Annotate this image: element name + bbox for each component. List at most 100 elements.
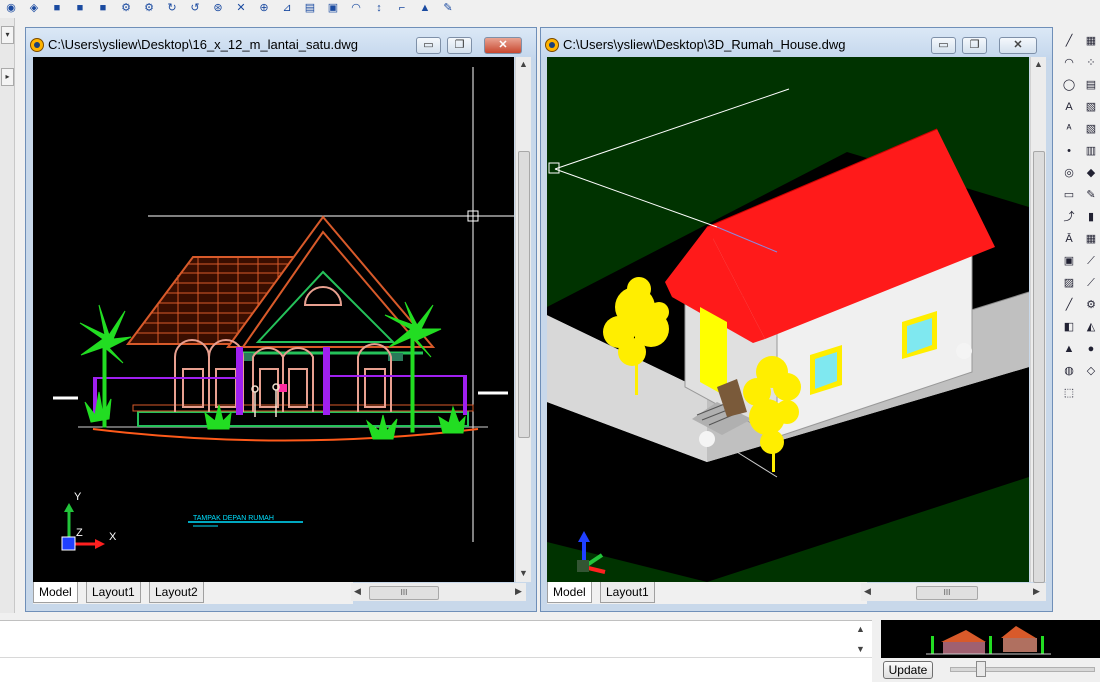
eye-icon[interactable]: ◎ <box>1062 166 1076 180</box>
scroll-left-icon[interactable]: ◀ <box>864 586 871 597</box>
pen-icon[interactable]: ✎ <box>441 1 455 15</box>
point-icon[interactable]: • <box>1062 144 1076 158</box>
text-icon[interactable]: A <box>1062 100 1076 114</box>
scrollbar-thumb[interactable] <box>518 151 530 438</box>
block-icon[interactable]: ▧ <box>1084 100 1098 114</box>
tab-layout1[interactable]: Layout1 <box>600 582 655 603</box>
pen-icon[interactable]: ✎ <box>1084 188 1098 202</box>
dimension-icon[interactable]: ↕ <box>372 1 386 15</box>
layer-icon[interactable]: ▤ <box>303 1 317 15</box>
zoom-icon[interactable]: ◉ <box>4 1 18 15</box>
hatch-icon[interactable]: ▨ <box>1062 276 1076 290</box>
dim-icon[interactable]: ⟋ <box>1084 276 1098 290</box>
window-titlebar[interactable]: C:\Users\ysliew\Desktop\16_x_12_m_lantai… <box>26 28 536 60</box>
scroll-up-icon[interactable]: ▲ <box>1034 59 1043 69</box>
circle-icon[interactable]: ◯ <box>1062 78 1076 92</box>
extrude-icon[interactable]: ▲ <box>418 1 432 15</box>
cube-icon[interactable]: ■ <box>50 1 64 15</box>
box-icon[interactable]: ◧ <box>1062 320 1076 334</box>
arc-icon[interactable]: ◠ <box>1062 56 1076 70</box>
torus-icon[interactable]: ◍ <box>1062 364 1076 378</box>
drawing-window-3d-house[interactable]: C:\Users\ysliew\Desktop\3D_Rumah_House.d… <box>540 27 1053 612</box>
vertical-scrollbar[interactable]: ▲ <box>1030 57 1046 583</box>
text-style-icon[interactable]: Ā <box>1062 232 1076 246</box>
update-button[interactable]: Update <box>883 661 933 679</box>
drawing-caption: TAMPAK DEPAN RUMAH <box>193 515 274 522</box>
drawing-preview-panel <box>881 620 1100 658</box>
scroll-right-icon[interactable]: ▶ <box>1033 586 1040 597</box>
rectangle-icon[interactable]: ▭ <box>1062 188 1076 202</box>
3d-box-icon[interactable]: ◈ <box>27 1 41 15</box>
dim-icon[interactable]: ⟋ <box>1084 254 1098 268</box>
slider-knob[interactable] <box>976 661 986 677</box>
line-icon[interactable]: ╱ <box>1062 34 1076 48</box>
restore-button[interactable]: ❐ <box>962 37 987 54</box>
zoom-slider[interactable] <box>950 661 1095 677</box>
close-button[interactable]: ✕ <box>999 37 1037 54</box>
polyline-icon[interactable]: ⤴ <box>1062 210 1076 224</box>
chevron-down-icon[interactable]: ▾ <box>1 26 14 44</box>
drawing-window-elevation[interactable]: C:\Users\ysliew\Desktop\16_x_12_m_lantai… <box>25 27 537 612</box>
scroll-arrow-icon[interactable]: ▸ <box>1 68 14 86</box>
3d-house-render <box>547 88 1029 582</box>
command-scrollbar[interactable]: ▲ ▼ <box>856 622 870 658</box>
table-icon[interactable]: ▦ <box>1084 232 1098 246</box>
tab-model[interactable]: Model <box>547 582 592 603</box>
scroll-down-icon[interactable]: ▼ <box>519 568 528 578</box>
minimize-button[interactable]: ▭ <box>931 37 956 54</box>
line-icon[interactable]: ╱ <box>1062 298 1076 312</box>
rotate-icon[interactable]: ↻ <box>165 1 179 15</box>
close-button[interactable]: ✕ <box>484 37 522 54</box>
image-icon[interactable]: ▣ <box>1062 254 1076 268</box>
restore-button[interactable]: ❐ <box>447 37 472 54</box>
cube-icon[interactable]: ■ <box>96 1 110 15</box>
tag-icon[interactable]: ◆ <box>1084 166 1098 180</box>
scroll-up-icon[interactable]: ▲ <box>856 624 865 634</box>
block-icon[interactable]: ▧ <box>1084 122 1098 136</box>
minimize-button[interactable]: ▭ <box>416 37 441 54</box>
preview-thumbnail <box>926 626 1051 655</box>
scrollbar-thumb[interactable]: III <box>916 586 978 600</box>
tab-model[interactable]: Model <box>33 582 78 603</box>
vertical-scrollbar[interactable]: ▲ ▼ <box>515 57 531 582</box>
dots-icon[interactable]: ⁘ <box>1084 56 1098 70</box>
scrollbar-thumb[interactable]: III <box>369 586 439 600</box>
scroll-up-icon[interactable]: ▲ <box>519 59 528 69</box>
model-viewport-2d[interactable]: TAMPAK DEPAN RUMAH Y X Z <box>33 57 514 582</box>
cone-icon[interactable]: ▲ <box>1062 342 1076 356</box>
scrollbar-thumb[interactable] <box>1033 151 1045 583</box>
layers-icon[interactable]: ▥ <box>1084 144 1098 158</box>
plane-icon[interactable]: ◇ <box>1084 364 1098 378</box>
window-titlebar[interactable]: C:\Users\ysliew\Desktop\3D_Rumah_House.d… <box>541 28 1052 60</box>
delete-icon[interactable]: ✕ <box>234 1 248 15</box>
scroll-down-icon[interactable]: ▼ <box>856 644 865 654</box>
layout-tab-bar: Model Layout1 Layout2 <box>33 582 353 604</box>
grid-icon[interactable]: ▦ <box>1084 34 1098 48</box>
layer-icon[interactable]: ▤ <box>1084 78 1098 92</box>
fillet-icon[interactable]: ⌐ <box>395 1 409 15</box>
left-panel-strip: ▾ ▸ <box>0 18 15 613</box>
scroll-right-icon[interactable]: ▶ <box>515 586 522 597</box>
tab-layout2[interactable]: Layout2 <box>149 582 204 603</box>
horizontal-scrollbar[interactable]: ◀ III ▶ <box>861 583 1046 601</box>
orbit-icon[interactable]: ⊛ <box>211 1 225 15</box>
image-icon[interactable]: ▣ <box>326 1 340 15</box>
gear-icon[interactable]: ⚙ <box>142 1 156 15</box>
measure-icon[interactable]: ⊿ <box>280 1 294 15</box>
small-text-icon[interactable]: ᴬ <box>1062 122 1076 136</box>
snap-icon[interactable]: ⊕ <box>257 1 271 15</box>
wedge-icon[interactable]: ◭ <box>1084 320 1098 334</box>
surface-icon[interactable]: ⬚ <box>1062 386 1076 400</box>
gear-icon[interactable]: ⚙ <box>1084 298 1098 312</box>
redo-icon[interactable]: ↺ <box>188 1 202 15</box>
model-viewport-3d[interactable] <box>547 57 1029 582</box>
cube-icon[interactable]: ■ <box>73 1 87 15</box>
command-line-area[interactable] <box>0 620 872 682</box>
arc-icon[interactable]: ◠ <box>349 1 363 15</box>
fill-icon[interactable]: ▮ <box>1084 210 1098 224</box>
scroll-left-icon[interactable]: ◀ <box>354 586 361 597</box>
sphere-icon[interactable]: ● <box>1084 342 1098 356</box>
tab-layout1[interactable]: Layout1 <box>86 582 141 603</box>
horizontal-scrollbar[interactable]: ◀ III ▶ <box>351 583 526 601</box>
gear-icon[interactable]: ⚙ <box>119 1 133 15</box>
